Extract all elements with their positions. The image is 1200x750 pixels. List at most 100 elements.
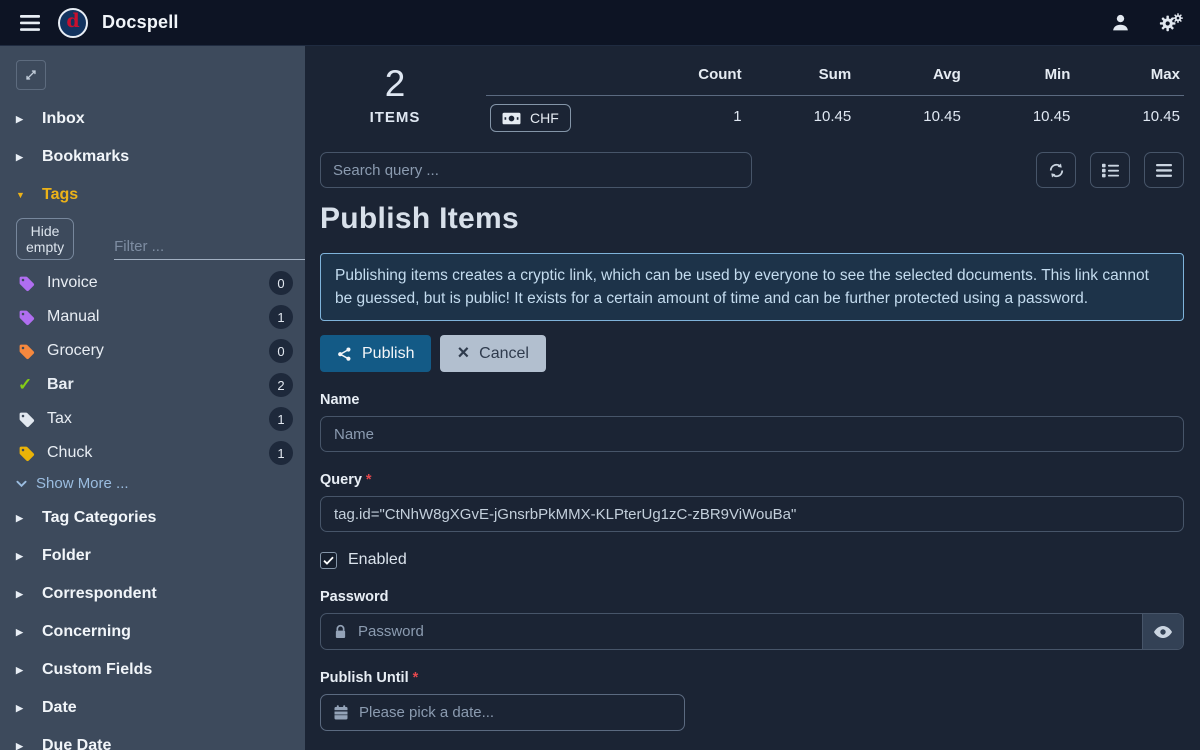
chevron-right-icon: ▶: [16, 703, 27, 714]
sidebar-item-correspondent[interactable]: ▶ Correspondent: [0, 575, 305, 613]
sidebar-item-label: Tags: [42, 186, 78, 204]
tag-count-badge: 2: [269, 373, 293, 397]
query-label: Query: [320, 472, 362, 488]
name-input[interactable]: [320, 416, 1184, 452]
password-label: Password: [320, 589, 1184, 605]
hide-empty-button[interactable]: Hide empty: [16, 218, 74, 260]
close-icon: ×: [457, 343, 469, 363]
col-header-max: Max: [1074, 56, 1184, 96]
tag-icon: [18, 343, 35, 360]
search-query-input[interactable]: [320, 152, 752, 188]
tag-item-tax[interactable]: Tax 1: [0, 402, 305, 436]
tag-name: Grocery: [47, 342, 257, 360]
tag-name: Chuck: [47, 444, 257, 462]
money-bill-icon: [502, 112, 521, 125]
password-field-group: [320, 613, 1184, 650]
publish-until-date-input[interactable]: [359, 695, 684, 730]
sidebar-item-tags[interactable]: ▼ Tags: [0, 176, 305, 214]
tag-icon: [18, 275, 35, 292]
hamburger-menu-icon[interactable]: [16, 11, 44, 35]
tag-item-grocery[interactable]: Grocery 0: [0, 334, 305, 368]
chevron-right-icon: ▶: [16, 665, 27, 676]
currency-code: CHF: [530, 110, 559, 126]
tasks-icon: [1102, 163, 1119, 178]
tag-name: Bar: [47, 376, 257, 394]
tag-count-badge: 0: [269, 271, 293, 295]
tag-icon: [18, 445, 35, 462]
chevron-right-icon: ▶: [16, 589, 27, 600]
collapse-sidebar-button[interactable]: [16, 60, 46, 90]
publish-button[interactable]: Publish: [320, 335, 431, 372]
menu-button[interactable]: [1144, 152, 1184, 188]
cell-sum: 10.45: [746, 96, 856, 144]
sync-icon: [1048, 162, 1065, 179]
tag-icon: [18, 411, 35, 428]
publish-info-message: Publishing items creates a cryptic link,…: [320, 253, 1184, 321]
calendar-icon: [321, 705, 359, 720]
tag-count-badge: 1: [269, 407, 293, 431]
required-marker: *: [366, 472, 372, 488]
select-mode-button[interactable]: [1090, 152, 1130, 188]
sidebar-item-due-date[interactable]: ▶ Due Date: [0, 727, 305, 750]
cell-count: 1: [636, 96, 746, 144]
col-header-min: Min: [965, 56, 1075, 96]
tag-item-chuck[interactable]: Chuck 1: [0, 436, 305, 470]
col-header-avg: Avg: [855, 56, 965, 96]
col-header-count: Count: [636, 56, 746, 96]
settings-gears-icon[interactable]: [1158, 13, 1184, 33]
enabled-checkbox-row[interactable]: Enabled: [320, 551, 1184, 569]
enabled-checkbox[interactable]: [320, 552, 337, 569]
sidebar-item-concerning[interactable]: ▶ Concerning: [0, 613, 305, 651]
required-marker: *: [413, 670, 419, 686]
tag-count-badge: 1: [269, 441, 293, 465]
tag-item-bar-selected[interactable]: ✓ Bar 2: [0, 368, 305, 402]
table-row: CHF: [486, 96, 636, 144]
eye-icon: [1154, 626, 1172, 638]
refresh-button[interactable]: [1036, 152, 1076, 188]
lock-icon: [321, 624, 358, 640]
tag-filter: [114, 238, 305, 260]
tag-name: Manual: [47, 308, 257, 326]
enabled-label: Enabled: [348, 551, 407, 569]
sidebar-item-label: Bookmarks: [42, 148, 129, 166]
publish-until-field-group: [320, 694, 685, 731]
items-count: 2: [320, 64, 470, 105]
chevron-right-icon: ▶: [16, 741, 27, 750]
tag-item-manual[interactable]: Manual 1: [0, 300, 305, 334]
toggle-password-visibility-button[interactable]: [1142, 614, 1183, 649]
currency-badge[interactable]: CHF: [490, 104, 571, 132]
sidebar-item-custom-fields[interactable]: ▶ Custom Fields: [0, 651, 305, 689]
tag-count-badge: 1: [269, 305, 293, 329]
sidebar-item-bookmarks[interactable]: ▶ Bookmarks: [0, 138, 305, 176]
items-count-label: ITEMS: [320, 109, 470, 126]
check-icon: ✓: [18, 375, 35, 395]
currency-stats-table: Count Sum Avg Min Max CHF 1 10.45 10.45 …: [486, 56, 1184, 144]
tag-filter-input[interactable]: [114, 238, 305, 255]
page-title: Publish Items: [320, 202, 1184, 236]
sidebar-item-tag-categories[interactable]: ▶ Tag Categories: [0, 499, 305, 537]
sidebar-item-date[interactable]: ▶ Date: [0, 689, 305, 727]
sidebar-item-folder[interactable]: ▶ Folder: [0, 537, 305, 575]
chevron-right-icon: ▶: [16, 551, 27, 562]
cell-max: 10.45: [1074, 96, 1184, 144]
show-more-link[interactable]: Show More ...: [0, 470, 305, 499]
top-navbar: d Docspell: [0, 0, 1200, 46]
sidebar-item-inbox[interactable]: ▶ Inbox: [0, 100, 305, 138]
tag-name: Tax: [47, 410, 257, 428]
query-input[interactable]: [320, 496, 1184, 532]
chevron-right-icon: ▶: [16, 152, 27, 163]
share-icon: [337, 346, 352, 362]
tag-name: Invoice: [47, 274, 257, 292]
sidebar-item-label: Inbox: [42, 110, 85, 128]
cell-avg: 10.45: [855, 96, 965, 144]
user-icon[interactable]: [1111, 13, 1130, 32]
stats-summary: 2 ITEMS Count Sum Avg Min Max CHF 1 10.4…: [320, 56, 1184, 144]
password-input[interactable]: [358, 614, 1142, 649]
tag-item-invoice[interactable]: Invoice 0: [0, 266, 305, 300]
col-header-sum: Sum: [746, 56, 856, 96]
bars-icon: [1156, 164, 1172, 177]
chevron-down-icon: ▼: [16, 190, 27, 200]
cancel-button[interactable]: × Cancel: [440, 335, 546, 372]
name-label: Name: [320, 392, 1184, 408]
docspell-logo[interactable]: d: [58, 8, 88, 38]
